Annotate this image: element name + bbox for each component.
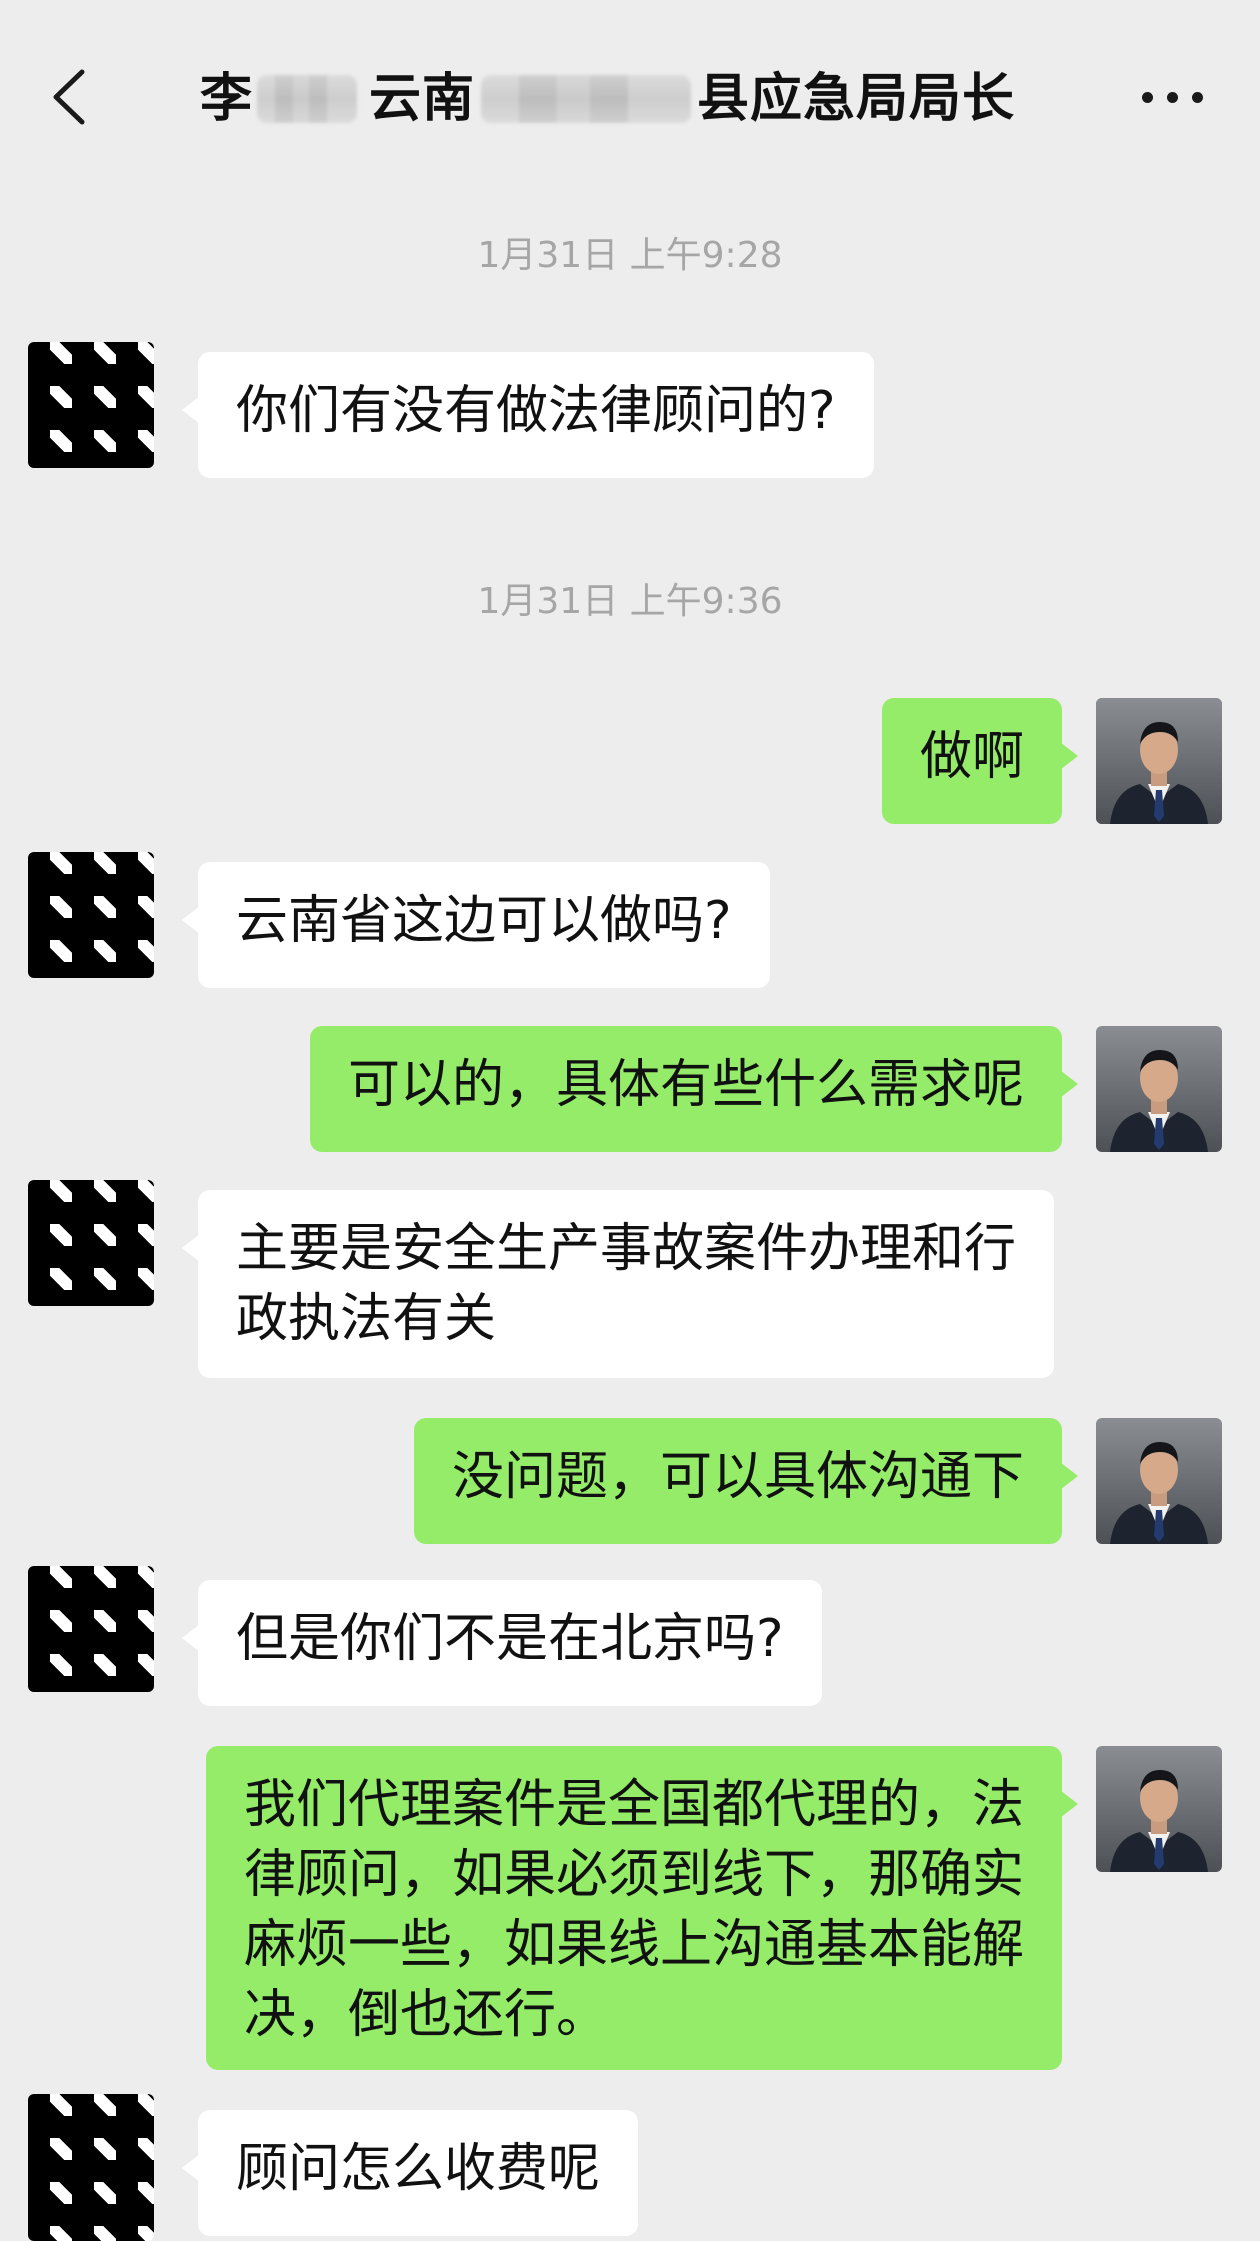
user-avatar[interactable] — [1096, 1746, 1222, 1872]
contact-avatar[interactable] — [28, 342, 154, 468]
user-avatar[interactable] — [1096, 1026, 1222, 1152]
message-bubble-outgoing[interactable]: 我们代理案件是全国都代理的，法 律顾问，如果必须到线下，那确实 麻烦一些，如果线… — [205, 1746, 1079, 2070]
chat-title-part-1: 李 — [200, 69, 254, 129]
timestamp: 1月31日 上午9:28 — [477, 235, 783, 276]
chat-title-part-2: 云南 — [369, 69, 476, 129]
redacted-name-blur — [257, 75, 358, 123]
contact-avatar[interactable] — [28, 2094, 154, 2241]
message-bubble-incoming[interactable]: 但是你们不是在北京吗? — [182, 1580, 822, 1706]
more-options-button[interactable] — [1138, 84, 1208, 112]
message-bubble-incoming[interactable]: 你们有没有做法律顾问的? — [182, 352, 874, 478]
profile-photo-icon — [1096, 698, 1222, 824]
profile-photo-icon — [1096, 1746, 1222, 1872]
message-bubble-outgoing[interactable]: 做啊 — [881, 698, 1079, 824]
contact-avatar[interactable] — [28, 1180, 154, 1306]
contact-avatar[interactable] — [28, 852, 154, 978]
chat-title: 李 云南 县应急局局长 — [200, 56, 1060, 136]
message-bubble-outgoing[interactable]: 可以的，具体有些什么需求呢 — [309, 1026, 1079, 1152]
chat-header: 李 云南 县应急局局长 — [0, 0, 1260, 190]
message-bubble-incoming[interactable]: 云南省这边可以做吗? — [182, 862, 770, 988]
contact-avatar[interactable] — [28, 1566, 154, 1692]
back-button[interactable] — [42, 62, 102, 132]
profile-photo-icon — [1096, 1026, 1222, 1152]
message-bubble-outgoing[interactable]: 没问题，可以具体沟通下 — [413, 1418, 1079, 1544]
timestamp: 1月31日 上午9:36 — [477, 581, 783, 622]
user-avatar[interactable] — [1096, 698, 1222, 824]
profile-photo-icon — [1096, 1418, 1222, 1544]
message-bubble-incoming[interactable]: 顾问怎么收费呢 — [181, 2110, 639, 2236]
redacted-location-blur — [481, 75, 692, 123]
user-avatar[interactable] — [1096, 1418, 1222, 1544]
chat-title-part-3: 县应急局局长 — [697, 69, 1016, 129]
message-bubble-incoming[interactable]: 主要是安全生产事故案件办理和行 政执法有关 — [181, 1190, 1055, 1378]
chevron-left-icon — [53, 69, 85, 125]
